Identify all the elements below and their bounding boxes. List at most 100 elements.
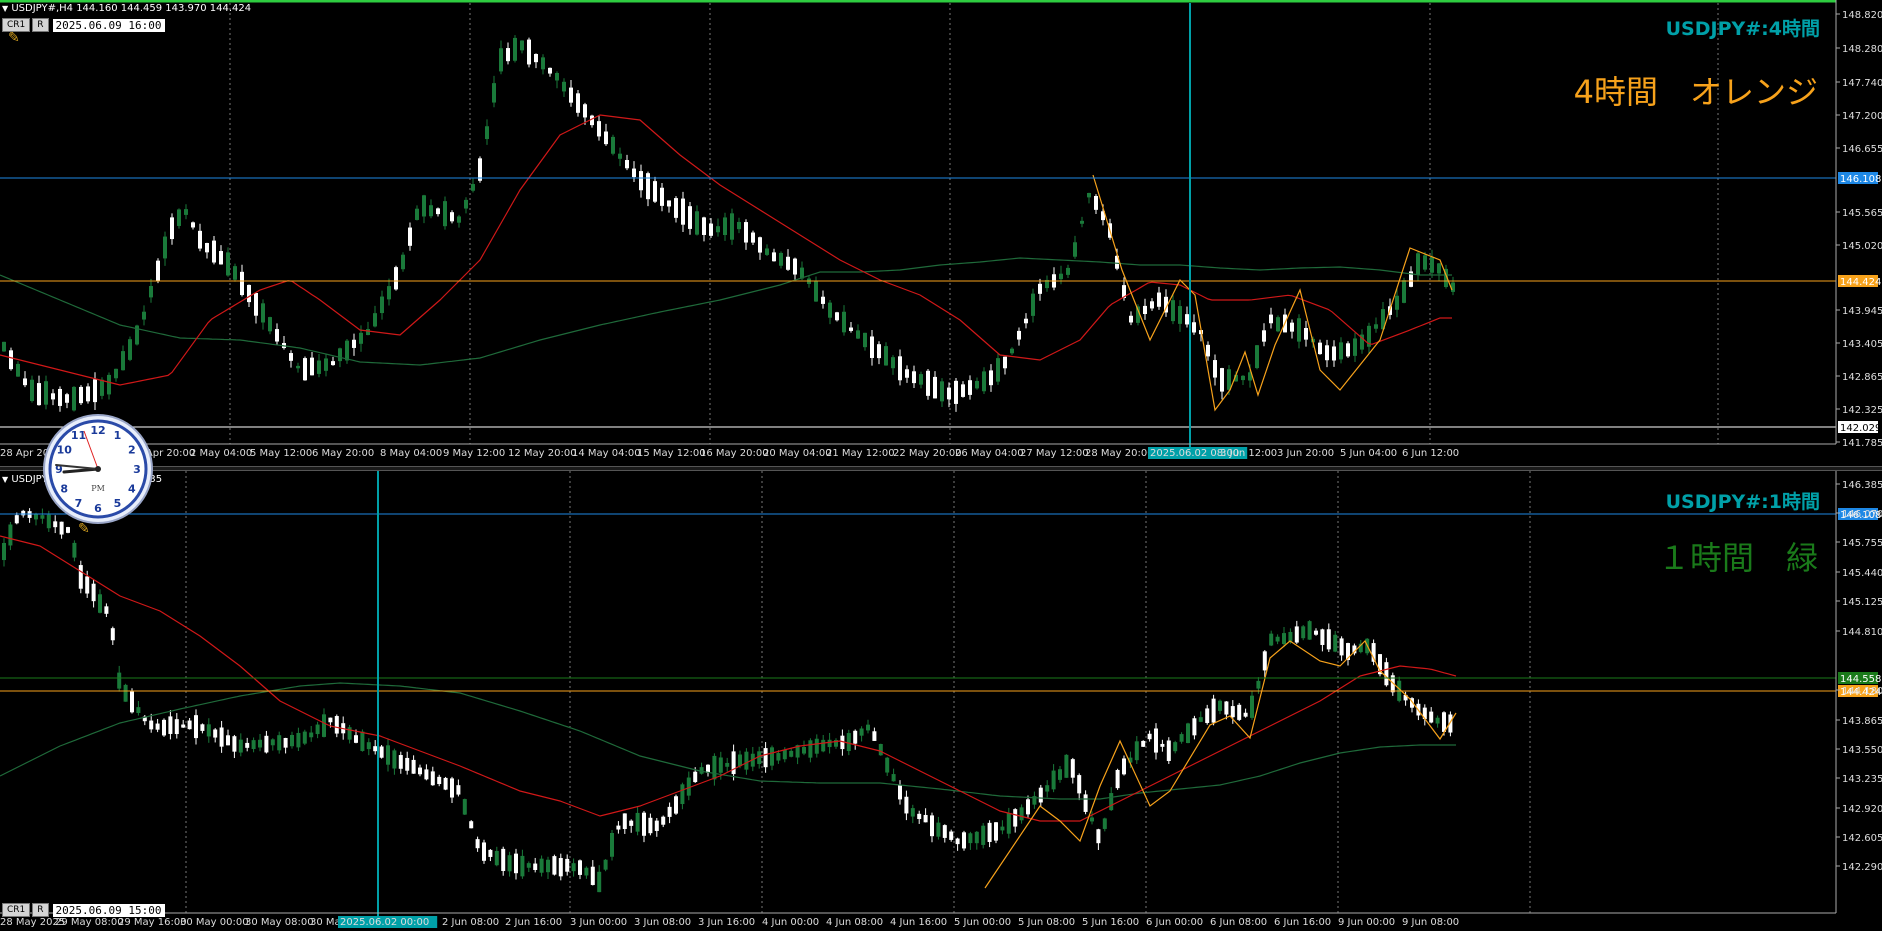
candle-body: [1019, 807, 1024, 821]
candle-body: [1325, 345, 1329, 361]
candle-body: [1073, 242, 1077, 257]
symbol-info-h4: ▼ USDJPY#,H4 144.160 144.459 143.970 144…: [2, 3, 251, 14]
r-button[interactable]: R: [32, 903, 49, 917]
candle-body: [642, 812, 646, 836]
candle-body: [462, 799, 467, 815]
candle-body: [142, 311, 146, 320]
clock-number: 7: [75, 497, 83, 510]
candle-body: [968, 380, 972, 395]
candle-body: [238, 739, 243, 753]
time-label: 5 Jun 08:00: [1018, 917, 1075, 928]
candle-body: [981, 825, 986, 845]
candle-body: [1442, 712, 1446, 732]
candle-body: [942, 825, 947, 838]
chart-pane-h1[interactable]: 146.108 144.558 144.424 146.385 146.070 145.7…: [0, 471, 1882, 931]
candle-body: [808, 740, 813, 758]
candle-body: [1282, 633, 1286, 645]
candle-body: [1374, 324, 1378, 329]
candle-body: [1220, 368, 1224, 392]
candle-body: [859, 728, 864, 736]
clock-widget[interactable]: 12 1234567891011 PM: [42, 413, 154, 525]
chart-canvas-h1[interactable]: 146.108144.558144.424146.385146.070145.7…: [0, 471, 1882, 931]
candle-body: [611, 136, 615, 154]
candle-body: [471, 184, 475, 191]
candle-body: [576, 93, 580, 113]
candle-body: [765, 248, 769, 255]
candle-body: [513, 37, 517, 61]
candle-body: [1080, 220, 1084, 224]
candle-body: [100, 379, 104, 396]
candle-body: [1241, 375, 1245, 381]
candle-body: [334, 716, 339, 734]
collapse-triangle-icon[interactable]: ▼: [2, 4, 8, 13]
candle-body: [261, 303, 265, 323]
candle-body: [373, 746, 378, 752]
candle-body: [1171, 300, 1175, 322]
candle-body: [552, 856, 557, 875]
candle-body: [891, 774, 896, 782]
candle-body: [247, 284, 251, 303]
candle-body: [870, 336, 874, 358]
time-label: 15 May 12:00: [637, 448, 706, 459]
candle-body: [226, 735, 230, 746]
candle-body: [1115, 769, 1120, 789]
candle-body: [104, 606, 109, 614]
price-line-value: 146.108: [1840, 174, 1881, 185]
crosshair-tool-icon[interactable]: ✎: [8, 30, 20, 46]
time-label: 9 Jun 00:00: [1338, 917, 1395, 928]
candle-body: [821, 296, 825, 304]
candle-body: [136, 707, 141, 713]
time-label: 4 Jun 16:00: [890, 917, 947, 928]
candle-body: [660, 187, 664, 206]
candle-body: [1173, 742, 1178, 752]
candle-body: [1301, 626, 1306, 639]
price-label: 146.655: [1842, 144, 1882, 155]
candle-body: [526, 863, 531, 868]
time-label: 2 May 04:00: [190, 448, 252, 459]
candle-body: [702, 217, 706, 235]
candle-body: [251, 740, 256, 749]
time-label: 16 May 20:00: [700, 448, 769, 459]
candle-body: [814, 738, 819, 754]
candle-body: [1353, 338, 1357, 356]
candle-body: [177, 209, 181, 226]
candle-body: [485, 126, 489, 140]
cr1-button[interactable]: CR1: [2, 903, 31, 917]
chart-pane-h4[interactable]: 146.108 144.424 142.029 148.820 148.280 147.7…: [0, 0, 1882, 466]
candle-body: [1160, 743, 1165, 747]
candle-body: [162, 719, 166, 736]
candle-body: [392, 750, 397, 769]
candle-body: [1423, 255, 1427, 270]
clock-number: 2: [128, 444, 136, 457]
candle-body: [309, 732, 314, 738]
candle-body: [1320, 629, 1325, 645]
candle-body: [1269, 314, 1273, 324]
candle-body: [324, 358, 328, 371]
candle-body: [200, 724, 205, 731]
toolbar-row-h4: CR1 R 2025.06.09 16:00: [2, 18, 165, 32]
candle-body: [578, 860, 582, 875]
toolbar-row-h1: CR1 R 2025.06.09 15:00: [2, 903, 165, 917]
r-button[interactable]: R: [32, 18, 49, 32]
candle-body: [1038, 283, 1042, 294]
candle-body: [450, 778, 454, 798]
clock-number: 10: [57, 444, 73, 457]
collapse-triangle-icon[interactable]: ▼: [2, 475, 8, 484]
candle-body: [947, 387, 951, 400]
candle-body: [635, 812, 640, 832]
price-label: 143.405: [1842, 339, 1882, 350]
candle-body: [930, 815, 934, 837]
candle-body: [23, 378, 27, 386]
candle-body: [667, 806, 672, 817]
candle-body: [9, 350, 13, 370]
price-label: 143.865: [1842, 716, 1882, 727]
candle-body: [898, 356, 902, 381]
clock-number: 8: [60, 483, 68, 496]
time-label: 5 Jun 16:00: [1082, 917, 1139, 928]
candle-body: [1402, 280, 1406, 303]
candle-body: [492, 83, 496, 103]
candle-body: [872, 731, 877, 741]
candle-body: [975, 380, 979, 389]
candle-body: [149, 720, 154, 730]
candle-body: [1269, 633, 1274, 646]
